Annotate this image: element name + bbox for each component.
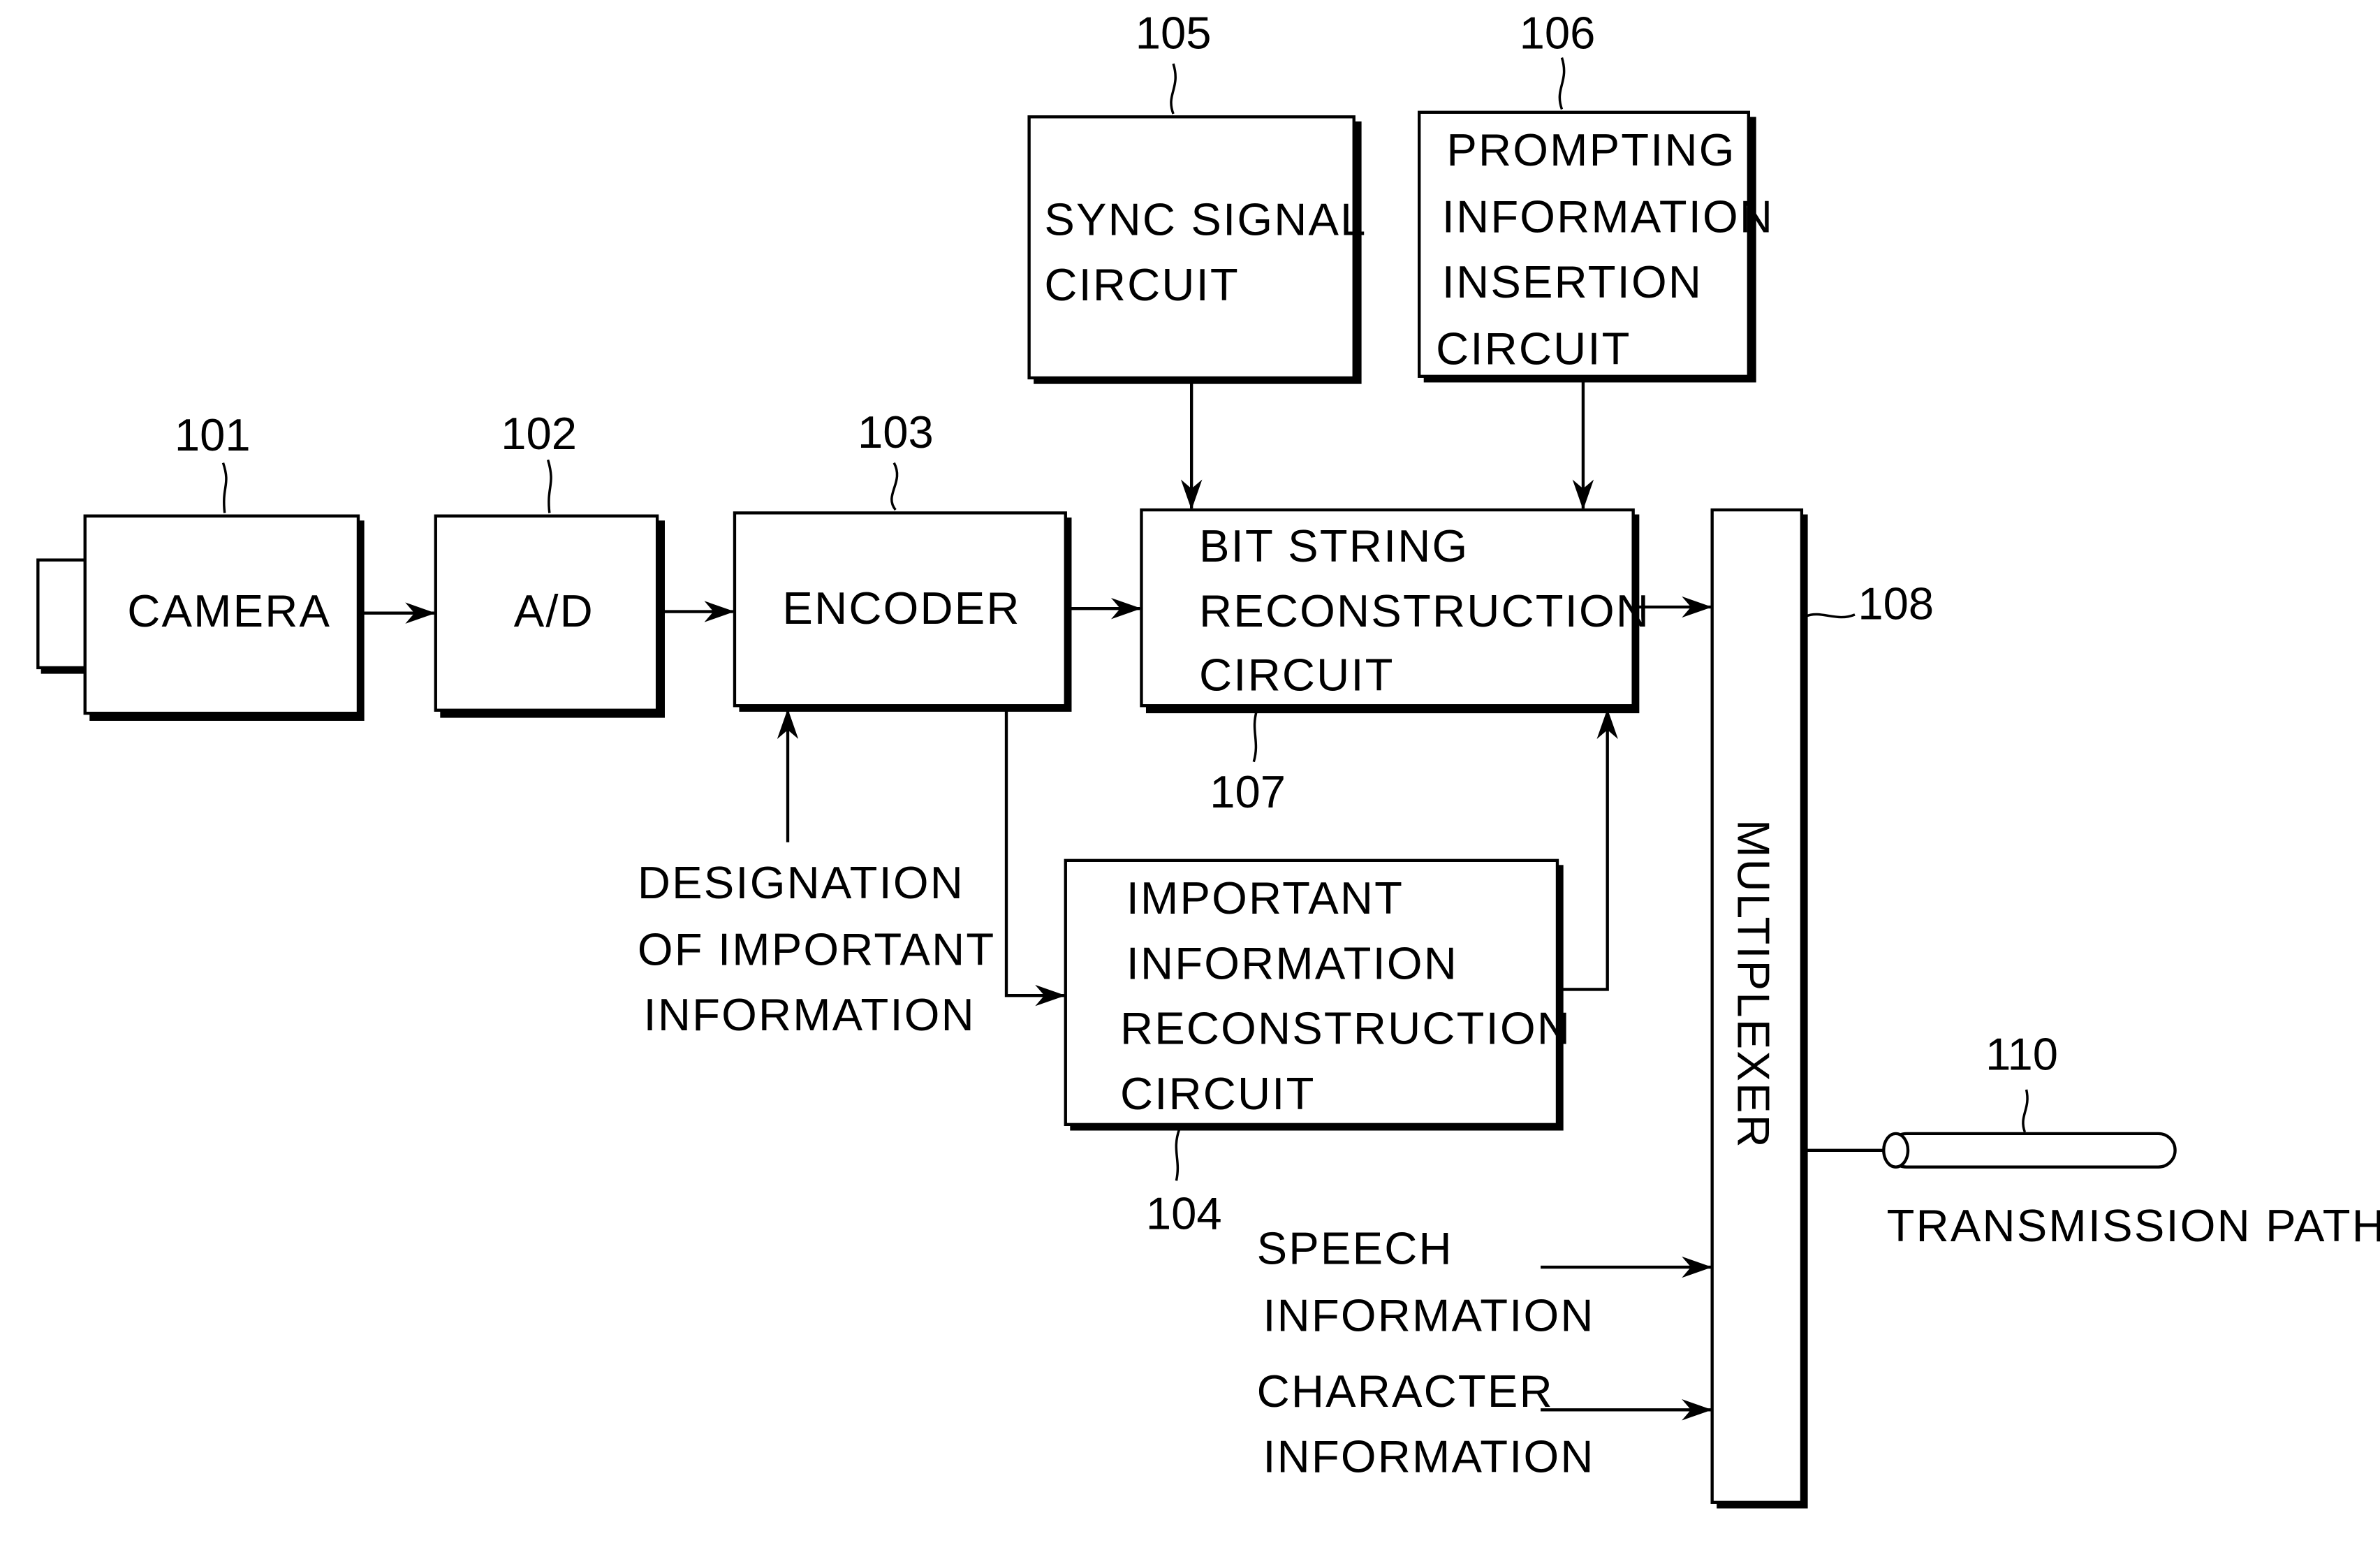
important-information-reconstruction-block: IMPORTANT INFORMATION RECONSTRUCTION CIR…: [1064, 858, 1571, 1239]
ref-103: 103: [858, 407, 934, 458]
speech-line-1: SPEECH: [1257, 1223, 1453, 1274]
arrow-important-to-bitstring: [1562, 708, 1618, 991]
sync-label-line-1: SYNC SIGNAL: [1044, 194, 1367, 245]
character-line-2: INFORMATION: [1263, 1431, 1594, 1482]
prompting-label-line-1: PROMPTING: [1446, 124, 1735, 175]
ref-107: 107: [1210, 766, 1286, 817]
prompting-label-line-4: CIRCUIT: [1436, 323, 1631, 374]
important-label-line-2: INFORMATION: [1126, 937, 1458, 988]
arrow-encoder-to-important: [1004, 710, 1066, 1007]
ref-106: 106: [1520, 8, 1596, 59]
character-line-1: CHARACTER: [1257, 1366, 1554, 1417]
ref-105: 105: [1136, 8, 1212, 59]
speech-line-2: INFORMATION: [1263, 1289, 1594, 1340]
ad-label: A/D: [514, 585, 594, 636]
encoder-block: ENCODER 103: [733, 407, 1072, 712]
bit-string-label-line-3: CIRCUIT: [1199, 650, 1395, 701]
designation-line-3: INFORMATION: [644, 989, 976, 1040]
prompting-label-line-2: INFORMATION: [1442, 191, 1774, 242]
important-label-line-4: CIRCUIT: [1120, 1068, 1316, 1119]
character-input-label: CHARACTER INFORMATION: [1257, 1366, 1594, 1482]
important-label-line-3: RECONSTRUCTION: [1120, 1003, 1571, 1054]
ref-104: 104: [1146, 1188, 1222, 1239]
speech-input-label: SPEECH INFORMATION: [1257, 1223, 1594, 1341]
ref-108: 108: [1858, 578, 1934, 629]
designation-line-1: DESIGNATION: [638, 857, 964, 908]
prompting-information-insertion-block: PROMPTING INFORMATION INSERTION CIRCUIT …: [1418, 8, 1774, 383]
multiplexer-label: MULTIPLEXER: [1728, 819, 1779, 1149]
bit-string-label-line-2: RECONSTRUCTION: [1199, 585, 1650, 636]
ref-110: 110: [1985, 1029, 2058, 1080]
designation-input-label: DESIGNATION OF IMPORTANT INFORMATION: [638, 857, 996, 1040]
ref-102: 102: [501, 408, 577, 459]
camera-label: CAMERA: [127, 585, 331, 636]
sync-signal-circuit-block: SYNC SIGNAL CIRCUIT 105: [1027, 8, 1367, 384]
block-diagram: CAMERA 101 A/D 102 ENCODER 103 SYNC SIGN…: [36, 8, 2380, 1509]
important-label-line-1: IMPORTANT: [1126, 872, 1404, 923]
bit-string-reconstruction-block: BIT STRING RECONSTRUCTION CIRCUIT 107: [1140, 508, 1650, 817]
ref-101: 101: [175, 409, 251, 460]
prompting-label-line-3: INSERTION: [1442, 256, 1703, 307]
designation-line-2: OF IMPORTANT: [638, 924, 996, 975]
encoder-label: ENCODER: [782, 583, 1020, 634]
camera-block: CAMERA 101: [36, 409, 365, 721]
transmission-path-label: TRANSMISSION PATH: [1887, 1200, 2380, 1251]
bit-string-label-line-1: BIT STRING: [1199, 520, 1469, 571]
ad-converter-block: A/D 102: [434, 408, 665, 718]
sync-label-line-2: CIRCUIT: [1044, 259, 1240, 310]
transmission-path: 110 TRANSMISSION PATH: [1882, 1029, 2380, 1251]
multiplexer-block: MULTIPLEXER 108: [1710, 508, 1934, 1509]
